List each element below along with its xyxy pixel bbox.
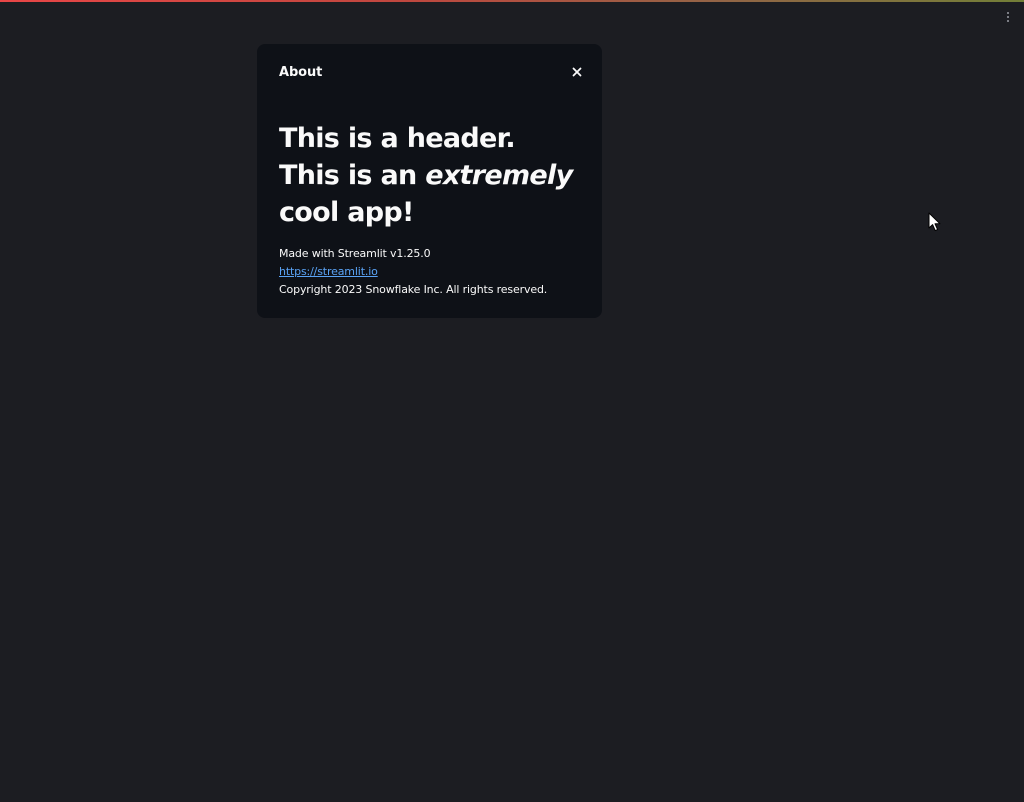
header-text-part2: cool app! (279, 197, 414, 228)
top-decoration-bar (0, 0, 1024, 2)
about-body: Made with Streamlit v1.25.0 https://stre… (279, 245, 580, 299)
about-header-text: This is a header. This is an extremely c… (279, 120, 580, 231)
close-button[interactable] (568, 63, 586, 81)
kebab-menu-icon (1007, 12, 1009, 22)
header-emphasis: extremely (425, 160, 573, 191)
streamlit-link[interactable]: https://streamlit.io (279, 265, 378, 278)
dialog-header: About (279, 64, 582, 80)
about-dialog: About This is a header. This is an extre… (257, 44, 602, 318)
dialog-title: About (279, 64, 323, 80)
close-icon (572, 67, 582, 77)
made-with-text: Made with Streamlit v1.25.0 (279, 247, 431, 260)
copyright-text: Copyright 2023 Snowflake Inc. All rights… (279, 283, 548, 296)
main-menu-button[interactable] (998, 8, 1018, 26)
mouse-pointer-icon (928, 212, 941, 232)
